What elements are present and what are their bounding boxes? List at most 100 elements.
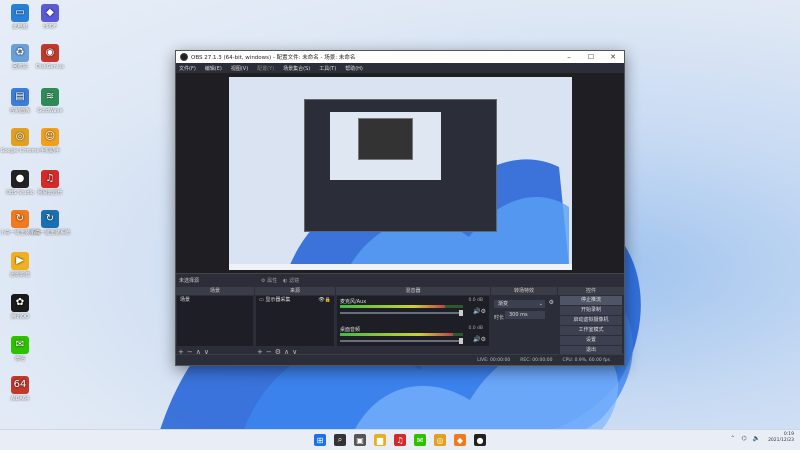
preview-taskbar bbox=[229, 264, 572, 270]
search-icon[interactable]: ⌕ bbox=[334, 434, 346, 446]
music-icon: ♫ bbox=[41, 170, 59, 188]
settings-button[interactable]: 设置 bbox=[560, 336, 622, 345]
desktop-icon[interactable]: ✉ 微信 bbox=[0, 336, 40, 362]
desktop-icon[interactable]: ☺ 手机助手 bbox=[30, 128, 70, 154]
desktop-icon-label: AIDA64 bbox=[10, 396, 30, 402]
controls-header: 控件 bbox=[558, 287, 624, 295]
desktop-icon-label: 微信 bbox=[14, 356, 25, 362]
desktop-volume-value: 0.0 dB bbox=[468, 326, 483, 331]
properties-button[interactable]: ⚙ 属性 bbox=[261, 277, 277, 284]
rec-status: REC: 00:00:00 bbox=[520, 357, 553, 363]
mic-level-meter bbox=[340, 305, 463, 308]
filters-button[interactable]: ◐ 滤镜 bbox=[283, 277, 299, 284]
studio-mode-button[interactable]: 工作室模式 bbox=[560, 326, 622, 335]
explorer-icon[interactable]: ▆ bbox=[374, 434, 386, 446]
transition-settings-gear-icon[interactable]: ⚙ bbox=[549, 299, 554, 306]
player-icon: ▶ bbox=[11, 252, 29, 270]
mic-slider-knob[interactable] bbox=[459, 310, 463, 316]
mic-settings-gear-icon[interactable]: 🔊⚙ bbox=[473, 308, 486, 315]
disk-icon: ◉ bbox=[41, 44, 59, 62]
clock[interactable]: 0:19 2021/12/23 bbox=[768, 432, 794, 444]
desktop-level-meter bbox=[340, 333, 463, 336]
desktop-icon[interactable]: ♫ 网易云音乐 bbox=[30, 170, 70, 196]
monitor-icon: ▭ bbox=[11, 4, 29, 22]
close-icon[interactable]: ✕ bbox=[602, 53, 624, 61]
no-source-label: 未选择源 bbox=[179, 278, 200, 284]
maximize-icon[interactable]: ☐ bbox=[580, 53, 602, 61]
scenes-header: 场景 bbox=[176, 287, 254, 295]
volume-icon[interactable]: 🔈 bbox=[753, 435, 760, 442]
app-icon: ◆ bbox=[41, 4, 59, 22]
wechat-icon[interactable]: ✉ bbox=[414, 434, 426, 446]
desktop-volume-slider[interactable] bbox=[340, 338, 463, 344]
source-item-label: 显示器采集 bbox=[265, 297, 291, 303]
mixer-channel-mic: 麦克风/Aux 0.0 dB 🔊⚙ bbox=[337, 296, 489, 324]
desktop-icon-label: 迅雷影音 bbox=[9, 272, 30, 278]
visibility-eye-icon[interactable]: 👁🔒 bbox=[318, 298, 331, 303]
minimize-icon[interactable]: – bbox=[558, 53, 580, 61]
desktop-icon[interactable]: ◆ HPDF bbox=[30, 4, 70, 30]
system-tray: ⌃ ⌬ 🔈 0:19 2021/12/23 bbox=[724, 432, 794, 444]
live-status: LIVE: 00:00:00 bbox=[477, 357, 511, 363]
filters-label: 滤镜 bbox=[289, 278, 300, 284]
installer-icon: ↻ bbox=[11, 210, 29, 228]
desktop-icon[interactable]: ✿ 腾讯QQ bbox=[0, 294, 40, 320]
desktop-icon[interactable]: ≋ GoldWave bbox=[30, 88, 70, 114]
desktop-icon-label: 网易云音乐 bbox=[37, 190, 63, 196]
nested-preview bbox=[330, 112, 441, 180]
obs-logo-icon bbox=[180, 53, 188, 61]
source-toolbar: 未选择源 ⚙ 属性 ◐ 滤镜 bbox=[176, 273, 624, 287]
transition-type-select[interactable]: 渐变 ⌄ bbox=[494, 300, 545, 308]
desktop-icon[interactable]: ▶ 迅雷影音 bbox=[0, 252, 40, 278]
transitions-header: 转场特效 bbox=[491, 287, 557, 295]
stop-streaming-button[interactable]: 停止推流 bbox=[560, 296, 622, 305]
status-bar: LIVE: 00:00:00 REC: 00:00:00 CPU: 0.9%, … bbox=[176, 354, 624, 365]
duration-input[interactable]: 300 ms bbox=[505, 311, 545, 319]
aida-icon: 64 bbox=[11, 376, 29, 394]
menu-bar: 文件(F) 编辑(E) 视图(V) 配置(Y) 场景集合(S) 工具(T) 帮助… bbox=[176, 63, 624, 73]
mic-volume-slider[interactable] bbox=[340, 310, 463, 316]
netease-icon[interactable]: ♫ bbox=[394, 434, 406, 446]
sources-dock: 来源 ▭ 显示器采集 👁🔒 +−⚙∧∨ bbox=[255, 287, 335, 357]
controls-dock: 控件 停止推流 开始录制 启动虚拟摄像机 工作室模式 设置 退出 bbox=[558, 287, 624, 357]
desktop-icon[interactable]: ◉ DiskGenius bbox=[30, 44, 70, 70]
installer-icon: ↻ bbox=[41, 210, 59, 228]
scene-item[interactable]: 场景 bbox=[177, 296, 253, 305]
start-icon[interactable]: ⊞ bbox=[314, 434, 326, 446]
assistant-icon: ☺ bbox=[41, 128, 59, 146]
desktop-icon[interactable]: 64 AIDA64 bbox=[0, 376, 40, 402]
sources-list: ▭ 显示器采集 👁🔒 bbox=[256, 296, 334, 346]
title-bar[interactable]: OBS 27.1.3 (64-bit, windows) - 配置文件: 未命名… bbox=[176, 51, 624, 63]
recycle-bin-icon: ♻ bbox=[11, 44, 29, 62]
desktop-slider-knob[interactable] bbox=[459, 338, 463, 344]
taskbar-apps: ⊞ ⌕ ▣ ▆ ♫ ✉ ◎ ◆ ● bbox=[310, 434, 490, 446]
menu-tools[interactable]: 工具(T) bbox=[319, 65, 336, 72]
menu-scene-collection[interactable]: 场景集合(S) bbox=[283, 65, 310, 72]
source-item[interactable]: ▭ 显示器采集 👁🔒 bbox=[256, 296, 334, 305]
app-icon[interactable]: ◆ bbox=[454, 434, 466, 446]
preview-canvas[interactable] bbox=[176, 73, 624, 273]
desktop-icon-label: GoldWave bbox=[37, 108, 63, 114]
menu-profile[interactable]: 配置(Y) bbox=[257, 65, 274, 72]
menu-help[interactable]: 帮助(H) bbox=[345, 65, 363, 72]
menu-view[interactable]: 视图(V) bbox=[231, 65, 248, 72]
menu-edit[interactable]: 编辑(E) bbox=[205, 65, 222, 72]
obs-window[interactable]: OBS 27.1.3 (64-bit, windows) - 配置文件: 未命名… bbox=[175, 50, 625, 366]
transitions-dock: 转场特效 渐变 ⌄ ⚙ 时长 300 ms bbox=[491, 287, 557, 357]
audio-mixer-dock: 混音器 麦克风/Aux 0.0 dB 🔊⚙ 桌面音频 0.0 dB 🔊⚙ bbox=[336, 287, 490, 357]
network-icon[interactable]: ⌬ bbox=[741, 435, 746, 442]
chrome-icon: ◎ bbox=[11, 128, 29, 146]
task-view-icon[interactable]: ▣ bbox=[354, 434, 366, 446]
obs-icon[interactable]: ● bbox=[474, 434, 486, 446]
taskbar: ⊞ ⌕ ▣ ▆ ♫ ✉ ◎ ◆ ● ⌃ ⌬ 🔈 0:19 2021/12/23 bbox=[0, 429, 800, 450]
chrome-icon[interactable]: ◎ bbox=[434, 434, 446, 446]
virtual-camera-button[interactable]: 启动虚拟摄像机 bbox=[560, 316, 622, 325]
chevron-up-icon[interactable]: ⌃ bbox=[730, 435, 735, 442]
properties-label: 属性 bbox=[267, 278, 278, 284]
cpu-status: CPU: 0.9%, 60.00 fps bbox=[562, 357, 611, 363]
desktop-settings-gear-icon[interactable]: 🔊⚙ bbox=[473, 336, 486, 343]
menu-file[interactable]: 文件(F) bbox=[179, 65, 196, 72]
start-recording-button[interactable]: 开始录制 bbox=[560, 306, 622, 315]
mixer-header: 混音器 bbox=[336, 287, 490, 295]
desktop-icon[interactable]: ↻ 小白一键重装系统 bbox=[30, 210, 70, 236]
